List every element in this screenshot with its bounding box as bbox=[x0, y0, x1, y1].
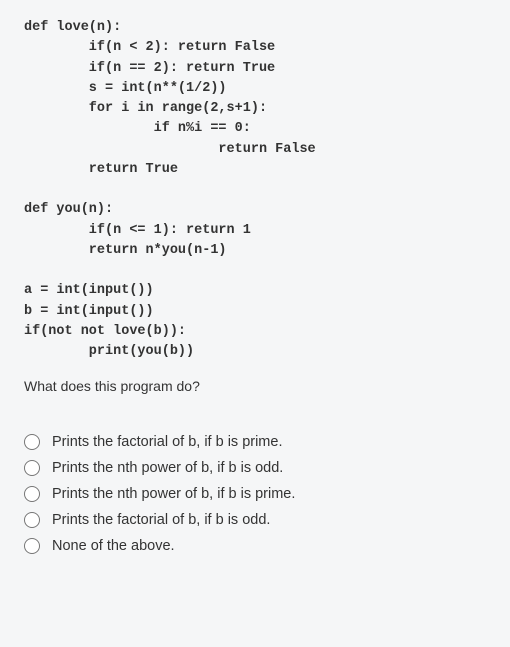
code-line: return False bbox=[24, 142, 316, 157]
code-line: if(not not love(b)): bbox=[24, 324, 186, 339]
code-block: def love(n): if(n < 2): return False if(… bbox=[24, 18, 486, 362]
option-3[interactable]: Prints the nth power of b, if b is prime… bbox=[24, 486, 486, 502]
radio-icon bbox=[24, 486, 40, 502]
option-label: None of the above. bbox=[52, 538, 175, 554]
option-label: Prints the nth power of b, if b is prime… bbox=[52, 486, 295, 502]
code-line: return n*you(n-1) bbox=[24, 243, 227, 258]
code-line: if(n < 2): return False bbox=[24, 40, 275, 55]
code-line: def love(n): bbox=[24, 20, 121, 35]
code-line: for i in range(2,s+1): bbox=[24, 101, 267, 116]
option-2[interactable]: Prints the nth power of b, if b is odd. bbox=[24, 460, 486, 476]
code-line: s = int(n**(1/2)) bbox=[24, 81, 227, 96]
option-1[interactable]: Prints the factorial of b, if b is prime… bbox=[24, 434, 486, 450]
question-text: What does this program do? bbox=[24, 378, 486, 394]
options-group: Prints the factorial of b, if b is prime… bbox=[24, 434, 486, 554]
radio-icon bbox=[24, 512, 40, 528]
option-label: Prints the nth power of b, if b is odd. bbox=[52, 460, 283, 476]
code-line: if(n == 2): return True bbox=[24, 61, 275, 76]
code-line: a = int(input()) bbox=[24, 283, 154, 298]
code-line: b = int(input()) bbox=[24, 304, 154, 319]
code-line: if n%i == 0: bbox=[24, 121, 251, 136]
option-4[interactable]: Prints the factorial of b, if b is odd. bbox=[24, 512, 486, 528]
code-line: if(n <= 1): return 1 bbox=[24, 223, 251, 238]
code-line: return True bbox=[24, 162, 178, 177]
code-line: def you(n): bbox=[24, 202, 113, 217]
radio-icon bbox=[24, 460, 40, 476]
code-line: print(you(b)) bbox=[24, 344, 194, 359]
option-5[interactable]: None of the above. bbox=[24, 538, 486, 554]
radio-icon bbox=[24, 538, 40, 554]
option-label: Prints the factorial of b, if b is prime… bbox=[52, 434, 282, 450]
option-label: Prints the factorial of b, if b is odd. bbox=[52, 512, 270, 528]
radio-icon bbox=[24, 434, 40, 450]
